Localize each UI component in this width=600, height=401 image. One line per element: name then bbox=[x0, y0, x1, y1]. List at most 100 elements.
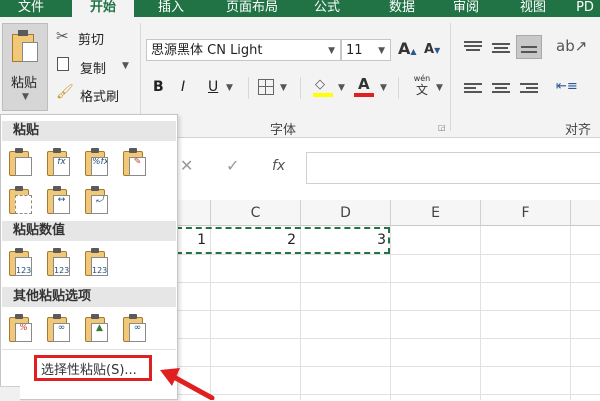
paint-bucket-icon: ◇ bbox=[315, 77, 325, 92]
bold-button[interactable]: B bbox=[153, 79, 164, 95]
align-left-icon[interactable] bbox=[464, 81, 482, 95]
align-right-icon[interactable] bbox=[520, 81, 538, 95]
font-color-button[interactable]: A bbox=[353, 75, 375, 99]
paste-label: 粘贴 bbox=[11, 76, 38, 91]
chevron-down-icon[interactable]: ▼ bbox=[226, 83, 233, 93]
tab-review[interactable]: 审阅 bbox=[440, 0, 492, 17]
tab-formulas[interactable]: 公式 bbox=[302, 0, 352, 17]
paste-values-number-format-icon[interactable]: 123 bbox=[45, 247, 73, 277]
chevron-down-icon: ▼ bbox=[22, 92, 29, 102]
chevron-down-icon[interactable]: ▼ bbox=[436, 83, 443, 93]
paste-values-icon[interactable]: 123 bbox=[7, 247, 35, 277]
phonetic-bottom: 文 bbox=[415, 83, 428, 97]
fill-color-icon[interactable]: ◇ bbox=[312, 75, 334, 99]
divider bbox=[300, 77, 301, 99]
align-center-icon[interactable] bbox=[492, 81, 510, 95]
font-group-label: 字体 bbox=[270, 123, 297, 138]
triangle-up-icon: ▲ bbox=[410, 47, 417, 56]
paste-formulas-icon[interactable]: fx bbox=[45, 147, 73, 177]
paste-values-source-format-icon[interactable]: 123 bbox=[83, 247, 111, 277]
phonetic-guide-button[interactable]: wén 文 bbox=[410, 74, 434, 100]
align-middle-icon[interactable] bbox=[492, 41, 510, 55]
align-bottom-icon[interactable] bbox=[516, 35, 542, 59]
chevron-down-icon[interactable]: ▼ bbox=[280, 83, 287, 93]
decrease-indent-icon[interactable]: ⇤≡ bbox=[556, 79, 578, 94]
chevron-down-icon[interactable]: ▼ bbox=[378, 40, 385, 62]
paste-button[interactable]: 粘贴 ▼ bbox=[2, 23, 48, 111]
fx-icon[interactable]: fx bbox=[272, 158, 285, 174]
grow-font-button[interactable]: A▲ bbox=[398, 39, 417, 58]
paste-picture-icon[interactable]: ▲ bbox=[83, 313, 111, 343]
borders-icon[interactable] bbox=[258, 79, 274, 95]
enter-icon[interactable]: ✓ bbox=[226, 156, 239, 175]
align-top-icon[interactable] bbox=[464, 39, 482, 53]
chevron-down-icon[interactable]: ▼ bbox=[338, 83, 345, 93]
column-header-e[interactable]: E bbox=[391, 200, 481, 226]
group-separator bbox=[450, 23, 451, 131]
row-line bbox=[175, 366, 600, 367]
paste-linked-picture-icon[interactable]: ∞ bbox=[121, 313, 149, 343]
scissors-icon: ✂ bbox=[56, 27, 69, 45]
column-line bbox=[480, 226, 481, 400]
column-header-c[interactable]: C bbox=[211, 200, 301, 226]
paste-formatting-icon[interactable]: % bbox=[7, 313, 35, 343]
orientation-icon[interactable]: ab↗ bbox=[556, 37, 587, 55]
row-line bbox=[175, 310, 600, 311]
paste-link-icon[interactable]: ∞ bbox=[45, 313, 73, 343]
row-line bbox=[175, 338, 600, 339]
tab-pdf[interactable]: PD bbox=[570, 0, 600, 17]
paste-keep-column-widths-icon[interactable]: ↔ bbox=[45, 185, 73, 215]
cut-button[interactable]: ✂ 剪切 bbox=[56, 27, 136, 48]
column-header-f[interactable]: F bbox=[481, 200, 571, 226]
triangle-down-icon: ▼ bbox=[434, 46, 441, 55]
divider bbox=[398, 77, 399, 99]
shrink-font-button[interactable]: A▼ bbox=[424, 42, 440, 57]
other-paste-options-header: 其他粘贴选项 bbox=[2, 287, 176, 307]
paste-keep-source-format-icon[interactable]: ✎ bbox=[121, 147, 149, 177]
font-name-box[interactable]: 思源黑体 CN Light ▼ bbox=[146, 39, 341, 61]
paste-clipboard-icon bbox=[12, 30, 38, 62]
tab-data[interactable]: 数据 bbox=[372, 0, 432, 17]
dialog-launcher-icon[interactable]: ◲ bbox=[438, 123, 446, 132]
column-header-g[interactable] bbox=[571, 200, 600, 226]
chevron-down-icon[interactable]: ▼ bbox=[380, 83, 387, 93]
paste-formulas-number-format-icon[interactable]: %fx bbox=[83, 147, 111, 177]
cut-label: 剪切 bbox=[78, 33, 105, 48]
italic-button[interactable]: I bbox=[181, 79, 185, 95]
grow-font-label: A bbox=[398, 39, 411, 58]
tab-home[interactable]: 开始 bbox=[72, 0, 134, 17]
tab-view[interactable]: 视图 bbox=[508, 0, 558, 17]
paste-values-section-header: 粘贴数值 bbox=[2, 221, 176, 241]
font-size-box[interactable]: 11 ▼ bbox=[341, 39, 391, 61]
chevron-down-icon[interactable]: ▼ bbox=[328, 40, 335, 62]
copy-selection-border bbox=[176, 227, 390, 254]
annotation-arrow bbox=[160, 368, 215, 400]
row-line bbox=[175, 282, 600, 283]
copy-button[interactable]: 复制 ▼ bbox=[56, 55, 136, 77]
row-line bbox=[175, 254, 600, 255]
paste-special-menu-item[interactable]: 选择性粘贴(S)... bbox=[41, 359, 137, 378]
paste-icon[interactable] bbox=[7, 147, 35, 177]
cancel-icon[interactable]: ✕ bbox=[180, 156, 193, 175]
menu-divider bbox=[2, 349, 176, 350]
tab-file[interactable]: 文件 bbox=[0, 0, 62, 17]
paste-transpose-icon[interactable]: ⤾ bbox=[83, 185, 111, 215]
chevron-down-icon: ▼ bbox=[122, 61, 129, 71]
font-size-value: 11 bbox=[346, 43, 363, 58]
phonetic-top: wén bbox=[413, 74, 431, 83]
shrink-font-label: A bbox=[424, 42, 435, 57]
divider bbox=[248, 77, 249, 99]
tab-page-layout[interactable]: 页面布局 bbox=[212, 0, 292, 17]
font-name-value: 思源黑体 CN Light bbox=[151, 43, 263, 58]
row-line bbox=[175, 394, 600, 395]
column-header-d[interactable]: D bbox=[301, 200, 391, 226]
copy-icon bbox=[57, 57, 69, 71]
tab-insert[interactable]: 插入 bbox=[140, 0, 202, 17]
underline-button[interactable]: U bbox=[208, 79, 218, 95]
column-line bbox=[570, 226, 571, 400]
paste-dropdown-menu: 粘贴 fx %fx ✎ ↔ ⤾ 粘贴数值 123 123 123 其他粘贴选项 … bbox=[0, 114, 178, 400]
formula-input[interactable] bbox=[306, 152, 600, 184]
paste-no-borders-icon[interactable] bbox=[7, 185, 35, 215]
column-header-b[interactable] bbox=[175, 200, 211, 226]
format-painter-button[interactable]: 🖌 格式刷 bbox=[56, 83, 136, 105]
